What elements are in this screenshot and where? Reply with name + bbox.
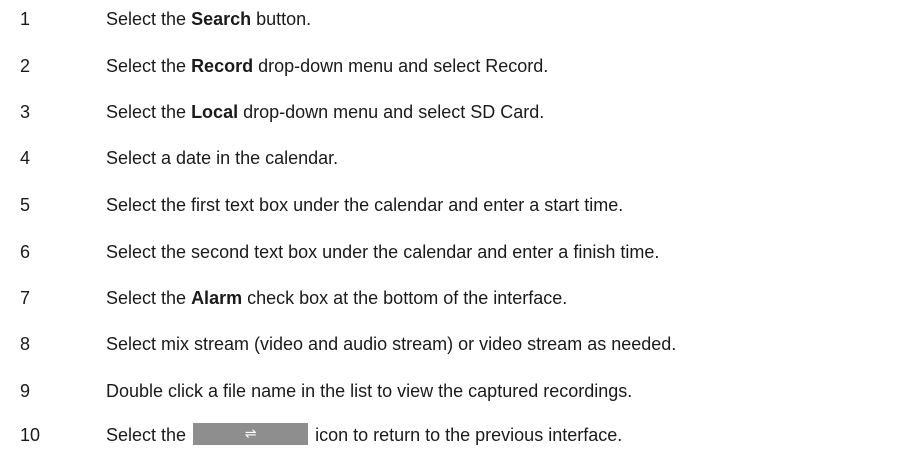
step-9: 9 Double click a file name in the list t… (0, 376, 913, 406)
step-text: Select the second text box under the cal… (106, 242, 660, 262)
ui-term-alarm: Alarm (191, 288, 243, 308)
step-2: 2 Select the Record drop-down menu and s… (0, 51, 913, 81)
step-number: 6 (20, 242, 31, 262)
step-number: 1 (20, 9, 31, 29)
switch-arrows-icon: ⇌ (193, 423, 309, 445)
step-8: 8 Select mix stream (video and audio str… (0, 329, 913, 359)
step-number: 3 (20, 102, 31, 122)
step-text: Select the first text box under the cale… (106, 195, 624, 215)
step-10: 10 Select the ⇌ icon to return to the pr… (0, 420, 913, 450)
step-number: 4 (20, 148, 31, 168)
step-number: 8 (20, 334, 31, 354)
step-number: 9 (20, 381, 31, 401)
step-text: Select the Record drop-down menu and sel… (106, 56, 549, 76)
step-number: 10 (20, 425, 41, 445)
step-text: Select the ⇌ icon to return to the previ… (106, 423, 623, 445)
step-5: 5 Select the first text box under the ca… (0, 190, 913, 220)
step-number: 7 (20, 288, 31, 308)
step-text: Select the Alarm check box at the bottom… (106, 288, 568, 308)
step-text: Select a date in the calendar. (106, 148, 339, 168)
step-text: Select mix stream (video and audio strea… (106, 334, 677, 354)
step-text: Select the Local drop-down menu and sele… (106, 102, 545, 122)
ui-term-search: Search (191, 9, 252, 29)
step-text: Double click a file name in the list to … (106, 381, 633, 401)
step-text: Select the Search button. (106, 9, 312, 29)
step-4: 4 Select a date in the calendar. (0, 143, 913, 173)
step-3: 3 Select the Local drop-down menu and se… (0, 97, 913, 127)
step-number: 5 (20, 195, 31, 215)
step-number: 2 (20, 56, 31, 76)
step-7: 7 Select the Alarm check box at the bott… (0, 283, 913, 313)
ui-term-local: Local (191, 102, 239, 122)
ui-term-record: Record (191, 56, 254, 76)
step-6: 6 Select the second text box under the c… (0, 237, 913, 267)
step-1: 1 Select the Search button. (0, 4, 913, 34)
